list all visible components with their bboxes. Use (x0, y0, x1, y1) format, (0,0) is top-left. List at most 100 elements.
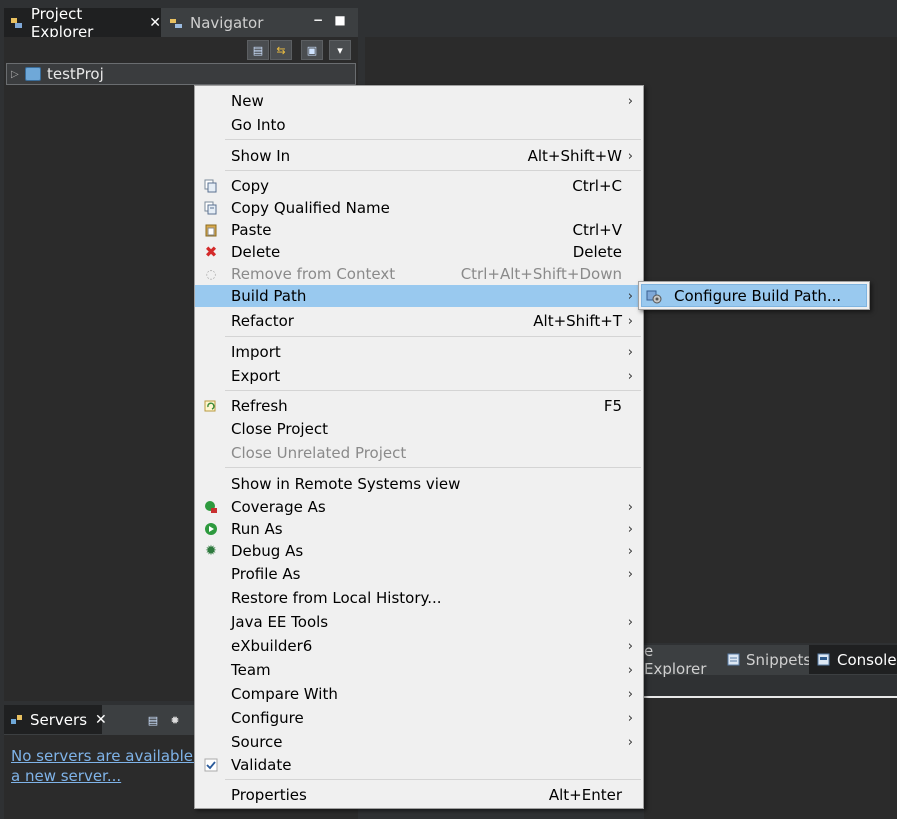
collapse-all-icon: ▤ (252, 43, 264, 57)
menu-item-source[interactable]: Source › (195, 731, 643, 753)
menu-item-show-in-remote-systems[interactable]: Show in Remote Systems view (195, 473, 643, 495)
menu-item-label: Refresh (231, 397, 288, 415)
menu-item-close-project[interactable]: Close Project (195, 418, 643, 440)
menu-item-label: eXbuilder6 (231, 637, 313, 655)
minimize-icon[interactable]: − (312, 14, 324, 26)
run-icon (203, 521, 219, 537)
menu-item-label: Java EE Tools (231, 613, 329, 631)
chevron-right-icon: › (627, 148, 633, 164)
maximize-icon[interactable]: ■ (334, 14, 346, 26)
servers-collapse-button[interactable]: ▤ (142, 710, 164, 730)
tab-remote-explorer[interactable]: e Explorer (644, 642, 720, 678)
menu-item-shortcut: Delete (572, 243, 622, 261)
menu-item-label: Close Project (231, 420, 328, 438)
menu-item-label: New (231, 92, 264, 110)
tab-label: Navigator (190, 13, 264, 32)
menu-item-label: Debug As (231, 542, 304, 560)
menu-item-remove-from-context[interactable]: ◌ Remove from Context Ctrl+Alt+Shift+Dow… (195, 263, 643, 285)
tab-label: Console (837, 650, 897, 669)
chevron-down-icon: ▾ (337, 43, 343, 57)
tab-navigator[interactable]: Navigator (162, 8, 302, 37)
refresh-icon (203, 398, 219, 414)
close-icon[interactable]: ✕ (149, 15, 161, 31)
menu-item-compare-with[interactable]: Compare With › (195, 683, 643, 705)
menu-item-label: Import (231, 343, 281, 361)
close-icon[interactable]: ✕ (95, 712, 107, 728)
menu-item-coverage-as[interactable]: Coverage As › (195, 496, 643, 518)
menu-item-exbuilder6[interactable]: eXbuilder6 › (195, 635, 643, 657)
explorer-toolbar: ▤ ⇆ ▣ ▾ (4, 37, 358, 63)
bottom-tab-bar: e Explorer Snippets Console (644, 642, 897, 678)
tab-console[interactable]: Console (809, 645, 897, 674)
context-menu: New › Go Into Show In Alt+Shift+W › Copy… (194, 85, 644, 809)
menu-item-label: Copy (231, 177, 270, 195)
menu-item-shortcut: Alt+Shift+W (527, 147, 622, 165)
view-menu-button[interactable]: ▾ (329, 40, 351, 60)
expand-arrow-icon[interactable]: ▷ (11, 69, 25, 80)
chevron-right-icon: › (627, 638, 633, 654)
menu-item-debug-as[interactable]: ✹ Debug As › (195, 540, 643, 562)
menu-item-team[interactable]: Team › (195, 659, 643, 681)
menu-item-configure-build-path[interactable]: Configure Build Path... (641, 284, 867, 307)
menu-item-delete[interactable]: ✖ Delete Delete (195, 241, 643, 263)
menu-item-label: Paste (231, 221, 272, 239)
project-explorer-icon (10, 15, 25, 31)
tab-label: Snippets (746, 650, 812, 669)
tree-item-label: testProj (47, 65, 104, 83)
servers-debug-button[interactable]: ✹ (164, 710, 186, 730)
menu-item-refactor[interactable]: Refactor Alt+Shift+T › (195, 310, 643, 332)
chevron-right-icon: › (627, 499, 633, 515)
servers-icon (10, 712, 24, 728)
build-path-submenu: Configure Build Path... (638, 281, 870, 310)
menu-item-copy-qualified-name[interactable]: Copy Qualified Name (195, 197, 643, 219)
tab-servers[interactable]: Servers ✕ (4, 705, 107, 734)
java-project-icon (25, 67, 41, 81)
menu-item-java-ee-tools[interactable]: Java EE Tools › (195, 611, 643, 633)
menu-item-go-into[interactable]: Go Into (195, 114, 643, 136)
editor-tab-strip (358, 8, 897, 37)
tab-project-explorer[interactable]: Project Explorer ✕ (4, 5, 161, 41)
menu-item-profile-as[interactable]: Profile As › (195, 563, 643, 585)
menu-item-run-as[interactable]: Run As › (195, 518, 643, 540)
menu-item-close-unrelated-project[interactable]: Close Unrelated Project (195, 442, 643, 464)
chevron-right-icon: › (627, 686, 633, 702)
menu-item-label: Delete (231, 243, 281, 261)
chevron-right-icon: › (627, 288, 633, 304)
menu-item-new[interactable]: New › (195, 90, 643, 112)
snippets-icon (727, 652, 740, 668)
menu-item-label: Show In (231, 147, 291, 165)
menu-item-refresh[interactable]: Refresh F5 (195, 395, 643, 417)
menu-item-copy[interactable]: Copy Ctrl+C (195, 175, 643, 197)
collapse-all-button[interactable]: ▤ (247, 40, 269, 60)
tree-item-testproj[interactable]: ▷ testProj (6, 63, 356, 85)
menu-item-restore-local-history[interactable]: Restore from Local History... (195, 587, 643, 609)
menu-item-label: Restore from Local History... (231, 589, 442, 607)
explorer-tab-bar: Project Explorer ✕ Navigator − ■ (4, 5, 358, 41)
menu-item-validate[interactable]: Validate (195, 754, 643, 776)
menu-item-show-in[interactable]: Show In Alt+Shift+W › (195, 145, 643, 167)
tab-label: e Explorer (644, 641, 707, 678)
chevron-right-icon: › (627, 566, 633, 582)
menu-item-label: Configure Build Path... (674, 286, 842, 305)
link-with-editor-button[interactable]: ⇆ (270, 40, 292, 60)
navigator-icon (168, 15, 184, 31)
menu-item-shortcut: F5 (603, 397, 622, 415)
chevron-right-icon: › (627, 521, 633, 537)
chevron-right-icon: › (627, 710, 633, 726)
debug-icon: ✹ (205, 543, 217, 559)
tab-snippets[interactable]: Snippets (721, 645, 812, 674)
menu-item-label: Copy Qualified Name (231, 199, 390, 217)
focus-button[interactable]: ▣ (301, 40, 323, 60)
menu-item-configure[interactable]: Configure › (195, 707, 643, 729)
menu-item-label: Configure (231, 709, 304, 727)
menu-item-shortcut: Alt+Shift+T (533, 312, 622, 330)
menu-item-export[interactable]: Export › (195, 365, 643, 387)
menu-item-import[interactable]: Import › (195, 341, 643, 363)
menu-item-label: Validate (231, 756, 292, 774)
chevron-right-icon: › (627, 662, 633, 678)
menu-item-paste[interactable]: Paste Ctrl+V (195, 219, 643, 241)
menu-item-build-path[interactable]: Build Path › (195, 285, 643, 307)
menu-item-properties[interactable]: Properties Alt+Enter (195, 784, 643, 806)
chevron-right-icon: › (627, 368, 633, 384)
menu-item-label: Run As (231, 520, 283, 538)
